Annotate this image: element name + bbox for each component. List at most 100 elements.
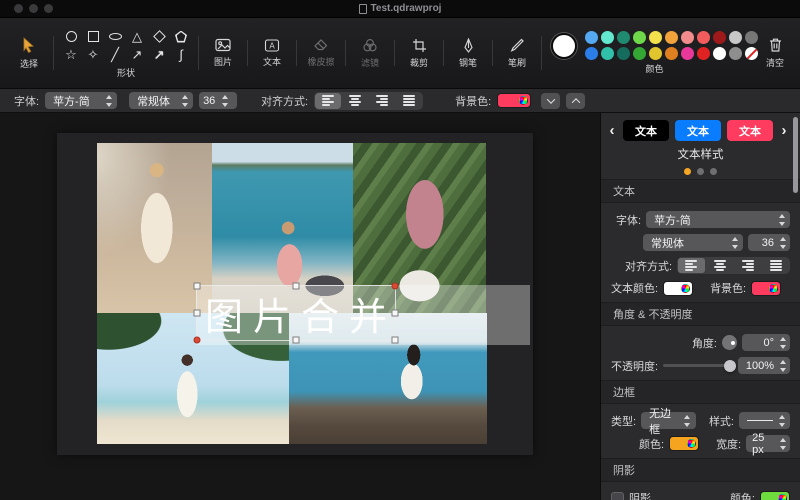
color-swatch[interactable]	[617, 31, 630, 44]
current-color-well[interactable]	[551, 33, 577, 59]
shape-circle-button[interactable]	[61, 28, 81, 46]
color-swatch[interactable]	[633, 31, 646, 44]
expand-button[interactable]	[566, 93, 585, 109]
page-dot-3[interactable]	[710, 168, 717, 175]
shape-triangle-button[interactable]: △	[127, 28, 147, 46]
border-style-dropdown[interactable]	[739, 412, 790, 429]
color-swatch[interactable]	[601, 47, 614, 60]
align-right-button[interactable]	[369, 93, 395, 109]
eraser-icon	[313, 38, 329, 52]
document-icon	[359, 4, 367, 14]
collapse-button[interactable]	[541, 93, 560, 109]
style-preset-blue[interactable]: 文本	[675, 120, 721, 141]
border-color-swatch[interactable]	[669, 436, 699, 451]
shape-diamond-button[interactable]	[149, 28, 169, 46]
shape-ellipse-button[interactable]	[105, 28, 125, 46]
select-tool-button[interactable]: 选择	[12, 37, 46, 70]
color-swatch[interactable]	[649, 31, 662, 44]
panel-align-center-button[interactable]	[706, 258, 733, 273]
angle-dial[interactable]	[722, 335, 737, 350]
shape-square-button[interactable]	[83, 28, 103, 46]
shape-arrow-button[interactable]: ↗	[127, 46, 147, 64]
align-justify-button[interactable]	[396, 93, 422, 109]
page-dot-2[interactable]	[697, 168, 704, 175]
shape-arrow-filled-button[interactable]: ↗	[149, 46, 169, 64]
border-width-field[interactable]: 25 px	[746, 435, 790, 452]
angle-field[interactable]: 0°	[742, 334, 790, 351]
opacity-field[interactable]: 100%	[738, 357, 790, 374]
opacity-slider-thumb[interactable]	[724, 360, 736, 372]
minimize-window-button[interactable]	[29, 4, 38, 13]
tool-brush-button[interactable]: 笔刷	[500, 38, 534, 69]
next-styles-arrow[interactable]: ›	[779, 123, 789, 138]
selection-handle-bottom-right[interactable]	[392, 337, 399, 344]
toolbar-separator	[443, 40, 444, 66]
color-swatch-none[interactable]	[745, 47, 758, 60]
page-dot-1[interactable]	[684, 168, 691, 175]
align-center-button[interactable]	[342, 93, 368, 109]
tool-image-button[interactable]: 图片	[206, 38, 240, 68]
shadow-checkbox-label: 阴影	[629, 490, 651, 500]
style-preset-pink[interactable]: 文本	[727, 120, 773, 141]
color-swatch[interactable]	[601, 31, 614, 44]
shape-curve-button[interactable]: ∫	[171, 46, 191, 64]
color-swatch[interactable]	[585, 47, 598, 60]
color-swatch[interactable]	[681, 31, 694, 44]
canvas-area[interactable]: 图片合并	[0, 113, 600, 500]
export-button[interactable]: 导出	[792, 37, 800, 69]
align-left-button[interactable]	[315, 93, 341, 109]
panel-font-dropdown[interactable]: 苹方-简	[646, 211, 790, 228]
color-swatch[interactable]	[697, 31, 710, 44]
color-swatch[interactable]	[633, 47, 646, 60]
panel-align-left-button[interactable]	[678, 258, 705, 273]
color-swatch[interactable]	[681, 47, 694, 60]
selection-handle-bottom-left[interactable]	[194, 337, 201, 344]
shadow-color-swatch[interactable]	[760, 491, 790, 500]
color-swatch[interactable]	[729, 47, 742, 60]
shape-pentagon-button[interactable]	[171, 28, 191, 46]
prev-styles-arrow[interactable]: ‹	[607, 123, 617, 138]
section-header-text: 文本	[601, 179, 800, 203]
color-swatch[interactable]	[617, 47, 630, 60]
panel-scrollbar[interactable]	[793, 117, 798, 193]
selection-handle-top-right[interactable]	[392, 283, 399, 290]
shape-sparkle-button[interactable]: ✧	[83, 46, 103, 64]
font-family-dropdown[interactable]: 苹方-简	[45, 92, 117, 109]
panel-align-right-button[interactable]	[734, 258, 761, 273]
selection-handle-top-center[interactable]	[293, 283, 300, 290]
panel-weight-dropdown[interactable]: 常规体	[643, 234, 743, 251]
shadow-checkbox[interactable]	[611, 492, 624, 500]
panel-size-field[interactable]: 36	[748, 234, 790, 251]
selection-handle-left[interactable]	[194, 310, 201, 317]
tool-text-button[interactable]: A文本	[255, 39, 289, 68]
panel-align-justify-button[interactable]	[762, 258, 789, 273]
color-swatch[interactable]	[665, 47, 678, 60]
selection-handle-top-left[interactable]	[194, 283, 201, 290]
color-swatch[interactable]	[585, 31, 598, 44]
color-swatch[interactable]	[713, 47, 726, 60]
close-window-button[interactable]	[14, 4, 23, 13]
color-swatch[interactable]	[649, 47, 662, 60]
clear-button[interactable]: 清空	[758, 37, 792, 69]
tool-crop-button[interactable]: 裁剪	[402, 38, 436, 69]
color-swatch[interactable]	[697, 47, 710, 60]
color-swatch[interactable]	[729, 31, 742, 44]
selection-handle-right[interactable]	[392, 310, 399, 317]
color-swatch[interactable]	[713, 31, 726, 44]
text-color-swatch[interactable]	[663, 281, 693, 296]
chevron-up-icon	[571, 98, 579, 106]
color-swatch[interactable]	[745, 31, 758, 44]
shape-line-button[interactable]: ╱	[105, 46, 125, 64]
panel-bg-color-swatch[interactable]	[751, 281, 781, 296]
style-preset-black[interactable]: 文本	[623, 120, 669, 141]
shape-star-button[interactable]: ☆	[61, 46, 81, 64]
tool-pen-button[interactable]: 钢笔	[451, 38, 485, 69]
font-size-field[interactable]: 36	[199, 92, 237, 109]
border-type-dropdown[interactable]: 无边框	[641, 412, 696, 429]
opacity-slider[interactable]	[663, 364, 733, 367]
font-weight-dropdown[interactable]: 常规体	[129, 92, 193, 109]
zoom-window-button[interactable]	[44, 4, 53, 13]
background-color-swatch[interactable]	[497, 93, 531, 108]
selection-handle-bottom-center[interactable]	[293, 337, 300, 344]
color-swatch[interactable]	[665, 31, 678, 44]
